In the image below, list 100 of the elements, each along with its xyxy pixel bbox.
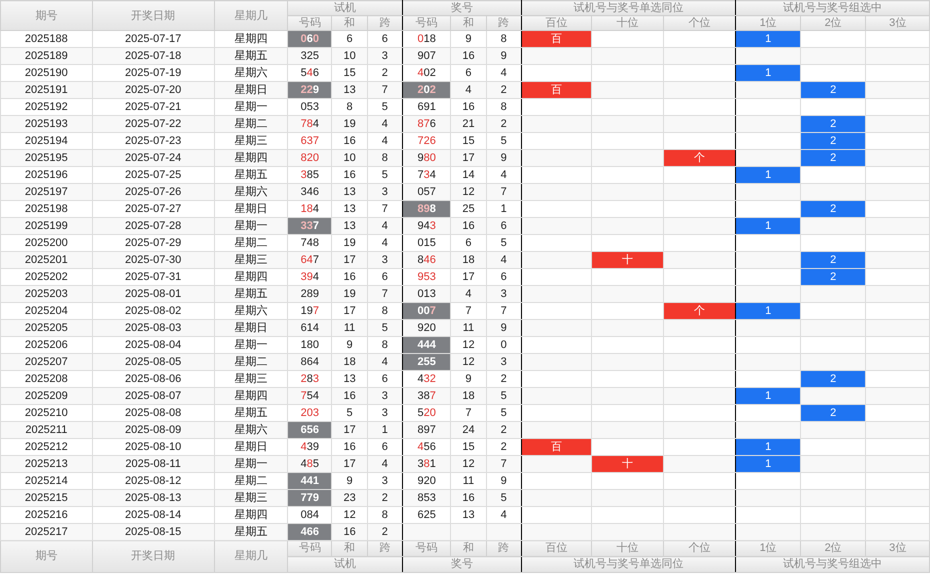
column-group-header: 奖号 (402, 0, 522, 16)
column-group-header: 试机 (288, 0, 402, 16)
table-cell: 202 (402, 82, 451, 98)
table-cell: 2025201 (0, 252, 92, 268)
table-cell: 10 (332, 48, 368, 64)
table-cell: 2025207 (0, 354, 92, 370)
table-cell: 289 (288, 286, 332, 302)
table-cell: 星期六 (214, 422, 288, 438)
table-cell: 16 (332, 524, 368, 540)
table-cell: 16 (332, 388, 368, 404)
table-cell: 2025-08-13 (92, 490, 214, 506)
column-header: 个位 (663, 16, 736, 30)
table-cell: 2025211 (0, 422, 92, 438)
table-cell: 4 (367, 456, 402, 472)
table-cell: 星期日 (214, 82, 288, 98)
table-cell: 656 (288, 422, 332, 438)
table-cell: 3 (367, 388, 402, 404)
table-cell: 2025213 (0, 456, 92, 472)
table-cell: 2 (800, 404, 866, 422)
table-cell: 5 (486, 490, 522, 506)
column-header: 跨 (486, 540, 522, 556)
table-cell: 星期四 (214, 150, 288, 166)
table-cell: 12 (450, 354, 486, 370)
table-cell: 17 (332, 422, 368, 438)
table-cell: 2 (800, 116, 866, 132)
table-cell: 846 (402, 252, 451, 268)
column-header: 和 (450, 540, 486, 556)
table-cell: 898 (402, 200, 451, 218)
table-cell: 2025-08-15 (92, 524, 214, 540)
table-cell: 17 (450, 150, 486, 166)
table-cell: 8 (367, 150, 402, 166)
table-cell: 6 (486, 218, 522, 234)
column-header: 号码 (402, 16, 451, 30)
table-cell: 十 (592, 456, 664, 472)
column-group-header: 试机号与奖号组选中 (736, 556, 930, 572)
column-header: 号码 (288, 540, 332, 556)
table-cell: 2025195 (0, 150, 92, 166)
column-header: 跨 (486, 16, 522, 30)
table-cell: 7 (486, 456, 522, 472)
table-cell: 星期日 (214, 320, 288, 336)
table-cell: 星期一 (214, 456, 288, 472)
table-cell: 12 (450, 456, 486, 472)
table-cell: 3 (367, 48, 402, 64)
table-cell: 897 (402, 422, 451, 438)
table-cell: 星期三 (214, 490, 288, 506)
table-cell: 1 (736, 30, 800, 48)
table-cell: 13 (332, 218, 368, 234)
table-cell: 星期六 (214, 184, 288, 200)
table-cell: 2025-07-18 (92, 48, 214, 64)
table-cell: 2 (800, 82, 866, 98)
table-cell: 2025215 (0, 490, 92, 506)
table-cell: 2025205 (0, 320, 92, 336)
table-cell: 2025-08-11 (92, 456, 214, 472)
table-cell: 个 (663, 302, 736, 320)
table-cell: 2025-07-24 (92, 150, 214, 166)
table-cell: 2025199 (0, 218, 92, 234)
table-cell: 星期二 (214, 116, 288, 132)
table-cell: 2 (800, 370, 866, 388)
column-header: 跨 (367, 16, 402, 30)
column-header: 1位 (736, 540, 800, 556)
table-cell: 9 (486, 320, 522, 336)
column-header: 期号 (0, 0, 92, 30)
table-cell: 2025-08-05 (92, 354, 214, 370)
column-header: 星期几 (214, 540, 288, 572)
table-cell: 19 (332, 286, 368, 302)
table-cell: 2025189 (0, 48, 92, 64)
table-cell: 2025-08-03 (92, 320, 214, 336)
table-cell: 星期四 (214, 388, 288, 404)
table-cell: 百 (521, 438, 592, 456)
table-cell: 876 (402, 116, 451, 132)
table-cell: 2 (800, 132, 866, 150)
column-group-header: 试机 (288, 556, 402, 572)
table-cell: 4 (486, 252, 522, 268)
table-cell: 229 (288, 82, 332, 98)
table-cell: 2025-08-07 (92, 388, 214, 404)
table-cell: 9 (486, 48, 522, 64)
table-cell: 387 (402, 388, 451, 404)
table-cell: 444 (402, 336, 451, 354)
table-cell: 23 (332, 490, 368, 506)
table-cell: 1 (736, 456, 800, 472)
table-cell: 060 (288, 30, 332, 48)
table-cell: 19 (332, 116, 368, 132)
table-cell: 2025-07-20 (92, 82, 214, 98)
table-cell: 16 (450, 48, 486, 64)
table-cell: 614 (288, 320, 332, 336)
table-cell: 星期五 (214, 524, 288, 540)
table-cell: 2 (800, 252, 866, 268)
table-cell: 2025217 (0, 524, 92, 540)
table-cell: 466 (288, 524, 332, 540)
table-cell: 个 (663, 150, 736, 166)
table-cell: 百 (521, 30, 592, 48)
column-header: 和 (450, 16, 486, 30)
table-cell: 647 (288, 252, 332, 268)
table-cell: 十 (592, 252, 664, 268)
table-cell: 2025-07-28 (92, 218, 214, 234)
column-header: 1位 (736, 16, 800, 30)
table-cell: 7 (367, 286, 402, 302)
table-cell: 3 (486, 354, 522, 370)
table-cell: 1 (736, 64, 800, 82)
column-header: 十位 (592, 16, 664, 30)
